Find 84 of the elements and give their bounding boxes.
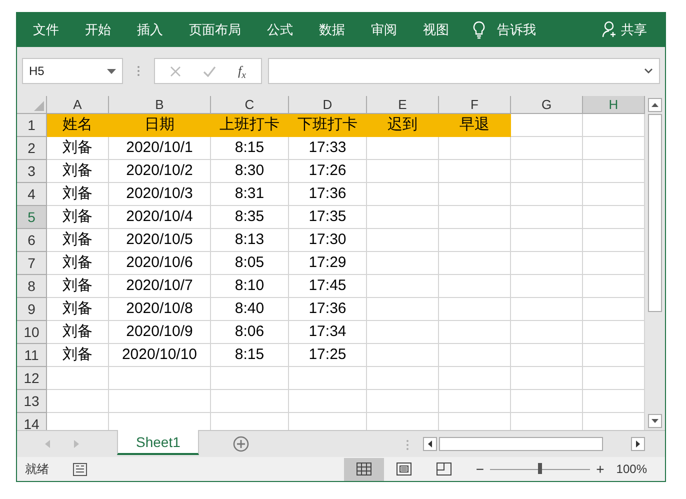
name-box[interactable]: H5 bbox=[22, 58, 123, 84]
table-cell: 17:30 bbox=[289, 228, 367, 252]
table-cell: 2020/10/5 bbox=[109, 228, 211, 252]
table-cell: 17:45 bbox=[289, 274, 367, 298]
row-header[interactable]: 10 bbox=[17, 320, 47, 344]
row-header[interactable]: 13 bbox=[17, 390, 47, 413]
table-cell: 17:26 bbox=[289, 160, 367, 183]
ribbon-tab[interactable]: 插入 bbox=[125, 16, 175, 44]
table-cell: 8:15 bbox=[211, 344, 289, 367]
table-cell: 2020/10/4 bbox=[109, 206, 211, 229]
table-cell: 17:33 bbox=[289, 136, 367, 160]
insert-function-button[interactable]: f$_{x}$ bbox=[238, 61, 246, 81]
table-cell: 17:36 bbox=[289, 298, 367, 321]
table-cell: 刘备 bbox=[47, 136, 109, 160]
table-cell: 刘备 bbox=[47, 274, 109, 298]
table-cell: 8:10 bbox=[211, 274, 289, 298]
table-cell: 2020/10/3 bbox=[109, 182, 211, 206]
row-header[interactable]: 9 bbox=[17, 298, 47, 321]
table-cell: 刘备 bbox=[47, 228, 109, 252]
table-cell: 8:13 bbox=[211, 228, 289, 252]
ribbon-tab[interactable]: 文件 bbox=[21, 16, 71, 44]
table-cell: 8:15 bbox=[211, 136, 289, 160]
column-header[interactable]: F bbox=[439, 96, 511, 113]
column-header[interactable]: C bbox=[211, 96, 289, 113]
column-title: 姓名 bbox=[47, 114, 109, 137]
column-title: 早退 bbox=[439, 114, 511, 137]
table-cell: 17:25 bbox=[289, 344, 367, 367]
ribbon-tab[interactable]: 数据 bbox=[307, 16, 357, 44]
ribbon-tab[interactable]: 审阅 bbox=[359, 16, 409, 44]
table-cell: 2020/10/10 bbox=[109, 344, 211, 367]
status-text: 就绪 bbox=[25, 461, 49, 478]
column-header[interactable]: D bbox=[289, 96, 367, 113]
column-title: 迟到 bbox=[367, 114, 439, 137]
column-title: 上班打卡 bbox=[211, 114, 289, 137]
table-cell: 8:30 bbox=[211, 160, 289, 183]
table-cell: 刘备 bbox=[47, 160, 109, 183]
table-cell: 2020/10/1 bbox=[109, 136, 211, 160]
row-header[interactable]: 2 bbox=[17, 136, 47, 160]
column-header[interactable]: A bbox=[47, 96, 109, 113]
row-header[interactable]: 6 bbox=[17, 228, 47, 252]
ribbon-tab[interactable]: 页面布局 bbox=[177, 16, 253, 44]
column-title: 日期 bbox=[109, 114, 211, 137]
row-header[interactable]: 11 bbox=[17, 344, 47, 367]
table-cell: 17:34 bbox=[289, 320, 367, 344]
row-header[interactable]: 14 bbox=[17, 412, 47, 430]
ribbon-tab[interactable]: 开始 bbox=[73, 16, 123, 44]
table-cell: 8:35 bbox=[211, 206, 289, 229]
table-cell: 刘备 bbox=[47, 344, 109, 367]
table-cell: 刘备 bbox=[47, 182, 109, 206]
column-title: 下班打卡 bbox=[289, 114, 367, 137]
column-header[interactable]: H bbox=[583, 96, 645, 113]
sheet-tab[interactable]: Sheet1 bbox=[117, 430, 200, 455]
table-cell: 刘备 bbox=[47, 298, 109, 321]
table-cell: 2020/10/6 bbox=[109, 252, 211, 275]
table-cell: 8:31 bbox=[211, 182, 289, 206]
row-header[interactable]: 8 bbox=[17, 274, 47, 298]
table-cell: 刘备 bbox=[47, 252, 109, 275]
row-header[interactable]: 5 bbox=[17, 206, 47, 229]
table-cell: 2020/10/8 bbox=[109, 298, 211, 321]
zoom-level[interactable]: 100% bbox=[616, 460, 647, 478]
table-cell: 17:29 bbox=[289, 252, 367, 275]
row-header[interactable]: 12 bbox=[17, 366, 47, 390]
tell-me-button[interactable]: 告诉我 bbox=[497, 20, 536, 40]
ribbon-tab[interactable]: 公式 bbox=[255, 16, 305, 44]
column-header[interactable]: B bbox=[109, 96, 211, 113]
table-cell: 17:36 bbox=[289, 182, 367, 206]
table-cell: 8:06 bbox=[211, 320, 289, 344]
zoom-out-button[interactable]: − bbox=[476, 458, 484, 480]
zoom-in-button[interactable]: + bbox=[596, 458, 604, 480]
table-cell: 刘备 bbox=[47, 320, 109, 344]
row-header[interactable]: 7 bbox=[17, 252, 47, 275]
table-cell: 2020/10/2 bbox=[109, 160, 211, 183]
table-cell: 2020/10/9 bbox=[109, 320, 211, 344]
row-header[interactable]: 1 bbox=[17, 114, 47, 137]
table-cell: 8:05 bbox=[211, 252, 289, 275]
column-header[interactable]: E bbox=[367, 96, 439, 113]
table-cell: 17:35 bbox=[289, 206, 367, 229]
row-header[interactable]: 3 bbox=[17, 160, 47, 183]
ribbon-tab[interactable]: 视图 bbox=[411, 16, 461, 44]
row-header[interactable]: 4 bbox=[17, 182, 47, 206]
table-cell: 2020/10/7 bbox=[109, 274, 211, 298]
table-cell: 刘备 bbox=[47, 206, 109, 229]
table-cell: 8:40 bbox=[211, 298, 289, 321]
share-button[interactable]: 共享 bbox=[621, 20, 647, 40]
